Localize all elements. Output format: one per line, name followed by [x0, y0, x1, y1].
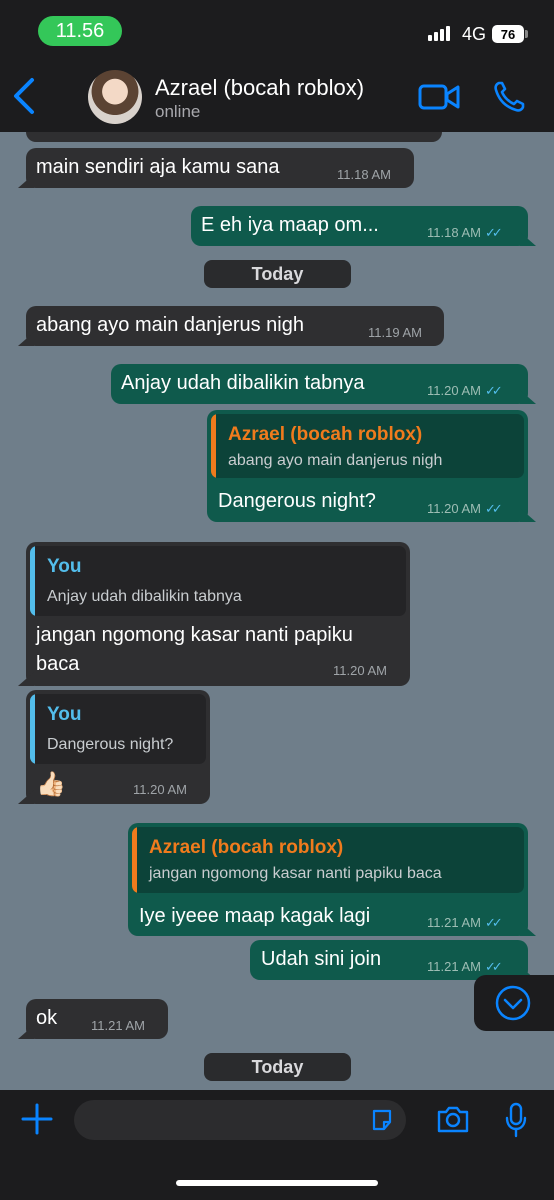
- message-bubble-incoming-reply[interactable]: You Dangerous night? 👍🏻 11.20 AM: [18, 690, 210, 804]
- scroll-to-bottom-button[interactable]: [474, 975, 554, 1031]
- message-bubble-outgoing-reply[interactable]: Azrael (bocah roblox) jangan ngomong kas…: [128, 823, 536, 936]
- quote-bar: [30, 546, 35, 616]
- date-separator: Today: [204, 1053, 351, 1081]
- quoted-message[interactable]: Azrael (bocah roblox) jangan ngomong kas…: [132, 827, 524, 893]
- quote-author: Azrael (bocah roblox): [149, 837, 344, 858]
- read-ticks-icon: ✓✓: [484, 915, 503, 930]
- message-time: 11.20 AM ✓✓: [427, 383, 503, 398]
- quote-bar: [30, 694, 35, 764]
- plus-icon[interactable]: [20, 1102, 54, 1136]
- status-bar: 11.56 4G 76: [0, 0, 554, 62]
- message-text: abang ayo main danjerus nigh: [36, 314, 304, 336]
- message-text: main sendiri aja kamu sana: [36, 156, 280, 178]
- cellular-signal-icon: [428, 26, 450, 41]
- bubble-tail: [520, 922, 536, 936]
- sticker-icon[interactable]: [370, 1108, 394, 1132]
- status-time[interactable]: 11.56: [38, 16, 122, 46]
- quote-author: You: [47, 704, 82, 725]
- thumbs-up-emoji: 👍🏻: [36, 771, 66, 798]
- message-text: Iye iyeee maap kagak lagi: [139, 905, 371, 927]
- message-bubble-cut: [26, 132, 442, 142]
- message-time: 11.20 AM: [333, 663, 387, 678]
- message-bubble-outgoing[interactable]: Anjay udah dibalikin tabnya 11.20 AM ✓✓: [111, 364, 536, 404]
- message-time: 11.21 AM ✓✓: [427, 915, 503, 930]
- message-time: 11.18 AM: [337, 167, 391, 182]
- message-time: 11.20 AM ✓✓: [427, 501, 503, 516]
- contact-status: online: [155, 102, 201, 121]
- message-time: 11.21 AM ✓✓: [427, 959, 503, 974]
- bubble-tail: [18, 332, 34, 346]
- quote-bar: [132, 827, 137, 893]
- bubble-tail: [520, 232, 536, 246]
- quote-text: abang ayo main danjerus nigh: [228, 452, 443, 469]
- read-ticks-icon: ✓✓: [484, 225, 503, 240]
- read-ticks-icon: ✓✓: [484, 383, 503, 398]
- message-text: Anjay udah dibalikin tabnya: [121, 372, 365, 394]
- message-text-line2: baca: [36, 653, 80, 675]
- bubble-tail: [520, 390, 536, 404]
- read-ticks-icon: ✓✓: [484, 501, 503, 516]
- quoted-message[interactable]: Azrael (bocah roblox) abang ayo main dan…: [211, 414, 524, 478]
- message-bubble-outgoing-reply[interactable]: Azrael (bocah roblox) abang ayo main dan…: [207, 410, 536, 522]
- quote-author: You: [47, 556, 82, 577]
- chevron-down-icon: [495, 985, 531, 1021]
- battery-tip: [525, 30, 528, 38]
- bubble-tail: [520, 508, 536, 522]
- message-text: ok: [36, 1007, 58, 1029]
- camera-icon[interactable]: [436, 1104, 470, 1134]
- quote-text: Dangerous night?: [47, 736, 174, 753]
- back-chevron-icon[interactable]: [10, 76, 40, 116]
- microphone-icon[interactable]: [504, 1102, 528, 1138]
- bubble-tail: [18, 174, 34, 188]
- message-bubble-incoming[interactable]: main sendiri aja kamu sana 11.18 AM: [18, 148, 414, 188]
- message-bubble-outgoing[interactable]: E eh iya maap om... 11.18 AM ✓✓: [191, 206, 536, 246]
- quoted-message[interactable]: You Anjay udah dibalikin tabnya: [30, 546, 406, 616]
- message-text: E eh iya maap om...: [201, 214, 379, 236]
- message-text: Dangerous night?: [218, 490, 376, 512]
- message-bubble-incoming[interactable]: ok 11.21 AM: [18, 999, 168, 1039]
- message-time: 11.19 AM: [368, 325, 422, 340]
- quote-text: jangan ngomong kasar nanti papiku baca: [149, 865, 442, 882]
- avatar[interactable]: [88, 70, 142, 124]
- message-time: 11.20 AM: [133, 782, 187, 797]
- quote-bar: [211, 414, 216, 478]
- message-bubble-outgoing[interactable]: Udah sini join 11.21 AM ✓✓: [250, 940, 536, 980]
- message-bubble-incoming[interactable]: abang ayo main danjerus nigh 11.19 AM: [18, 306, 444, 346]
- bubble-tail: [18, 672, 34, 686]
- quote-author: Azrael (bocah roblox): [228, 424, 423, 445]
- quoted-message[interactable]: You Dangerous night?: [30, 694, 206, 764]
- network-type: 4G: [462, 24, 487, 44]
- contact-name[interactable]: Azrael (bocah roblox): [155, 75, 364, 101]
- date-separator: Today: [204, 260, 351, 288]
- home-indicator[interactable]: [176, 1180, 378, 1186]
- message-text-line1: jangan ngomong kasar nanti papiku: [36, 624, 353, 646]
- chat-header: Azrael (bocah roblox) online: [0, 62, 554, 132]
- message-time: 11.18 AM ✓✓: [427, 225, 503, 240]
- message-time: 11.21 AM: [91, 1018, 145, 1033]
- chat-messages[interactable]: main sendiri aja kamu sana 11.18 AM E eh…: [0, 132, 554, 1090]
- bubble-tail: [18, 790, 34, 804]
- read-ticks-icon: ✓✓: [484, 959, 503, 974]
- quote-text: Anjay udah dibalikin tabnya: [47, 588, 242, 605]
- phone-icon[interactable]: [492, 80, 526, 114]
- message-bubble-incoming-reply[interactable]: You Anjay udah dibalikin tabnya jangan n…: [18, 542, 410, 686]
- video-call-icon[interactable]: [418, 82, 460, 112]
- message-input[interactable]: [74, 1100, 406, 1140]
- message-text: Udah sini join: [261, 948, 382, 970]
- bubble-tail: [18, 1025, 34, 1039]
- battery-icon: 76: [492, 25, 524, 43]
